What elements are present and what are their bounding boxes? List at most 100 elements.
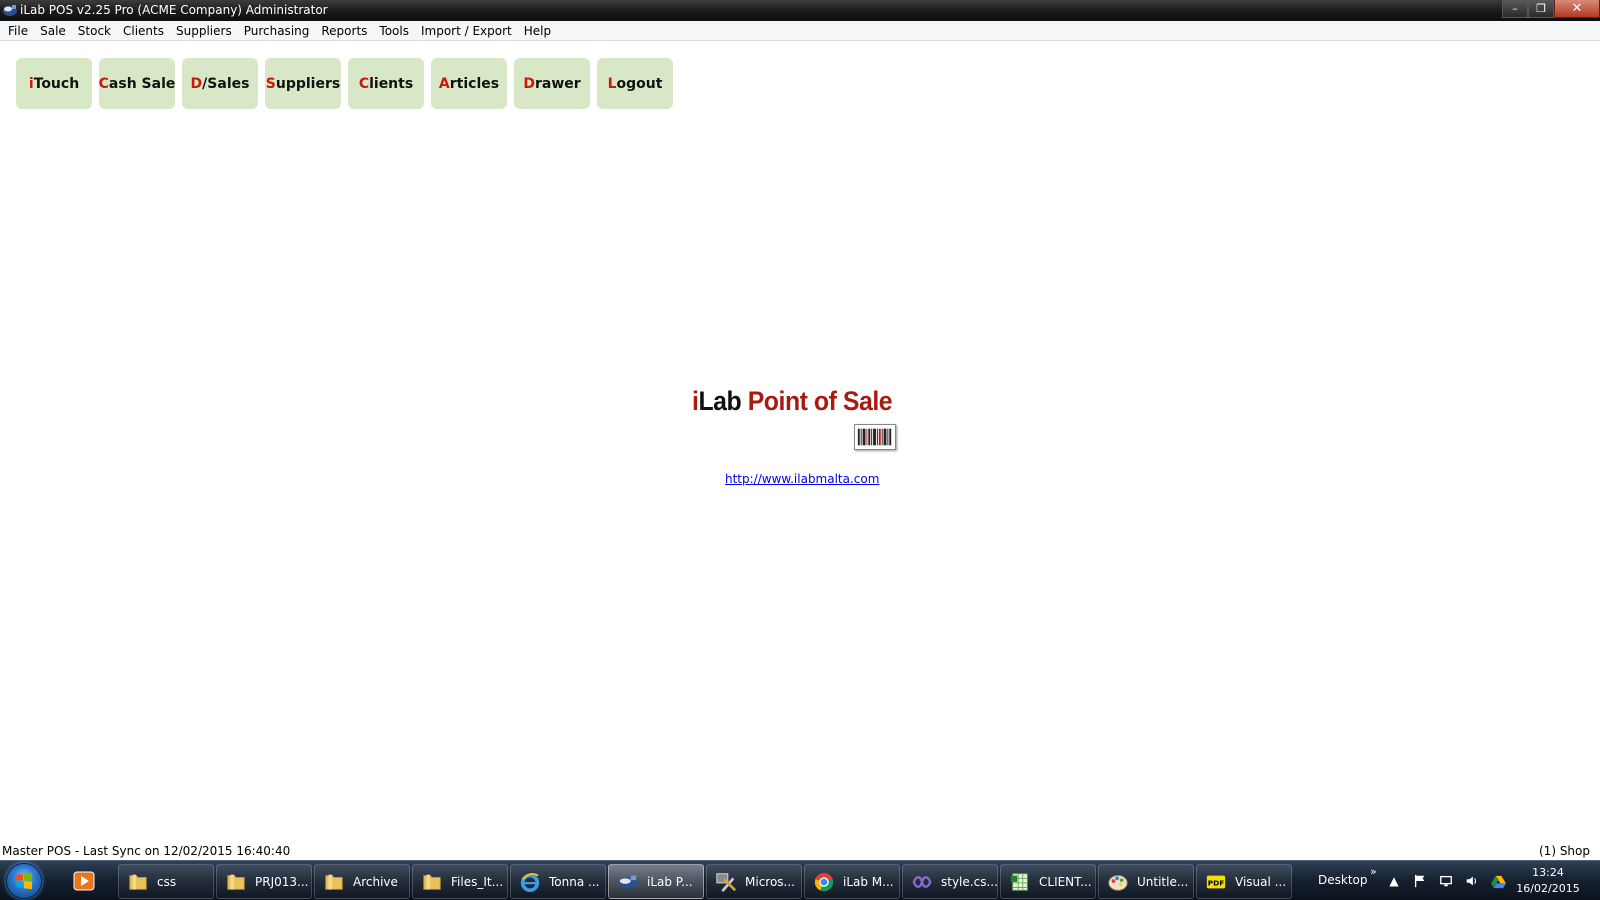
taskbar-item-archive[interactable]: Archive [314,864,410,899]
taskbar-item-label: Tonna ... [549,874,600,889]
taskbar-item-ilab-m[interactable]: iLab M... [804,864,900,899]
taskbar-item-label: style.cs... [941,874,997,889]
windows-taskbar: css PRJ013... Archive Files_It... Tonna … [0,860,1600,900]
menu-stock[interactable]: Stock [72,21,117,41]
ie-icon [517,869,543,895]
tray-expand-icon[interactable]: ▲ [1386,873,1402,889]
taskbar-item-label: Untitle... [1137,874,1189,889]
button-accent-letter: L [607,75,617,92]
button-label: uppliers [275,75,341,92]
media-player-icon[interactable] [68,865,100,897]
website-link[interactable]: http://www.ilabmalta.com [725,472,879,486]
pdf-icon: PDF [1203,869,1229,895]
paint-icon [1105,869,1131,895]
taskbar-item-label: CLIENT... [1039,874,1092,889]
taskbar-item-visual[interactable]: PDF Visual ... [1196,864,1292,899]
folder-icon [223,869,249,895]
clock-time: 13:24 [1532,866,1564,879]
window-controls: – ❐ ✕ [1502,0,1600,18]
taskbar-item-label: Files_It... [451,874,504,889]
sync-status: Master POS - Last Sync on 12/02/2015 16:… [2,844,291,858]
folder-icon [321,869,347,895]
itouch-button[interactable]: i Touch [16,58,92,109]
menu-purchasing[interactable]: Purchasing [238,21,316,41]
button-accent-letter: D [190,75,203,92]
menu-help[interactable]: Help [518,21,557,41]
taskbar-item-tonna[interactable]: Tonna ... [510,864,606,899]
taskbar-item-client[interactable]: CLIENT... [1000,864,1096,899]
button-label: ogout [616,75,663,92]
taskbar-item-label: Archive [353,874,398,889]
button-label: rticles [449,75,500,92]
svg-text:PDF: PDF [1208,878,1224,887]
button-accent-letter: S [265,75,276,92]
logout-button[interactable]: Logout [597,58,673,109]
windows-logo-icon [16,872,32,890]
menu-reports[interactable]: Reports [315,21,373,41]
google-drive-icon[interactable] [1490,873,1506,889]
ilab-icon [615,869,641,895]
taskbar-item-untitled[interactable]: Untitle... [1098,864,1194,899]
chrome-icon [811,869,837,895]
taskbar-item-style-css[interactable]: style.cs... [902,864,998,899]
folder-icon [419,869,445,895]
taskbar-item-prj013[interactable]: PRJ013... [216,864,312,899]
taskbar-item-label: Visual ... [1235,874,1287,889]
logo-point-of-sale: Point of Sale [747,386,893,416]
system-tray: ▲ [1386,869,1506,893]
taskbar-item-label: PRJ013... [255,874,309,889]
menu-file[interactable]: File [2,21,34,41]
taskbar-item-microsoft[interactable]: Micros... [706,864,802,899]
taskbar-item-label: iLab M... [843,874,894,889]
shop-indicator: (1) Shop [1539,844,1590,858]
main-toolbar: i Touch Cash Sale D/Sales Suppliers Clien… [16,58,673,109]
folder-icon [125,869,151,895]
taskbar-item-label: Micros... [745,874,795,889]
minimize-button[interactable]: – [1502,0,1528,18]
button-label: rawer [534,75,581,92]
desktop-toolbar-label[interactable]: Desktop [1318,873,1368,887]
button-accent-letter: C [358,75,370,92]
tools-icon [713,869,739,895]
taskbar-item-label: iLab P... [647,874,693,889]
system-clock[interactable]: 13:24 16/02/2015 [1512,865,1584,897]
ilab-logo: iLab Point of Sale [692,386,912,450]
button-label: /Sales [202,75,250,92]
taskbar-item-label: css [157,874,177,889]
spreadsheet-icon [1007,869,1033,895]
taskbar-item-css[interactable]: css [118,864,214,899]
action-center-flag-icon[interactable] [1412,873,1428,889]
maximize-button[interactable]: ❐ [1528,0,1554,18]
logo-lab: Lab [698,386,742,416]
taskbar-item-files-it[interactable]: Files_It... [412,864,508,899]
cash-sale-button[interactable]: Cash Sale [99,58,175,109]
button-label: lients [369,75,414,92]
title-bar: iLab POS v2.25 Pro (ACME Company) Admini… [0,0,1600,21]
clients-button[interactable]: Clients [348,58,424,109]
chevron-right-icon[interactable]: » [1370,865,1377,878]
button-accent-letter: C [98,75,109,92]
menu-clients[interactable]: Clients [117,21,170,41]
close-button[interactable]: ✕ [1554,0,1600,18]
menu-sale[interactable]: Sale [34,21,72,41]
suppliers-button[interactable]: Suppliers [265,58,341,109]
volume-icon[interactable] [1464,873,1480,889]
button-accent-letter: A [438,75,450,92]
d-sales-button[interactable]: D/Sales [182,58,258,109]
articles-button[interactable]: Articles [431,58,507,109]
logo-text: iLab Point of Sale [692,386,894,417]
network-icon[interactable] [1438,873,1454,889]
menu-tools[interactable]: Tools [373,21,415,41]
menu-suppliers[interactable]: Suppliers [170,21,238,41]
drawer-button[interactable]: Drawer [514,58,590,109]
menu-import-export[interactable]: Import / Export [415,21,518,41]
window-title: iLab POS v2.25 Pro (ACME Company) Admini… [20,3,328,17]
start-button[interactable] [6,863,42,899]
app-icon [2,3,18,17]
clock-date: 16/02/2015 [1516,882,1580,895]
status-bar: Master POS - Last Sync on 12/02/2015 16:… [0,843,1600,860]
button-label: Touch [33,75,80,92]
button-accent-letter: D [523,75,535,92]
barcode-icon [854,424,896,450]
taskbar-item-ilab-pos[interactable]: iLab P... [608,864,704,899]
